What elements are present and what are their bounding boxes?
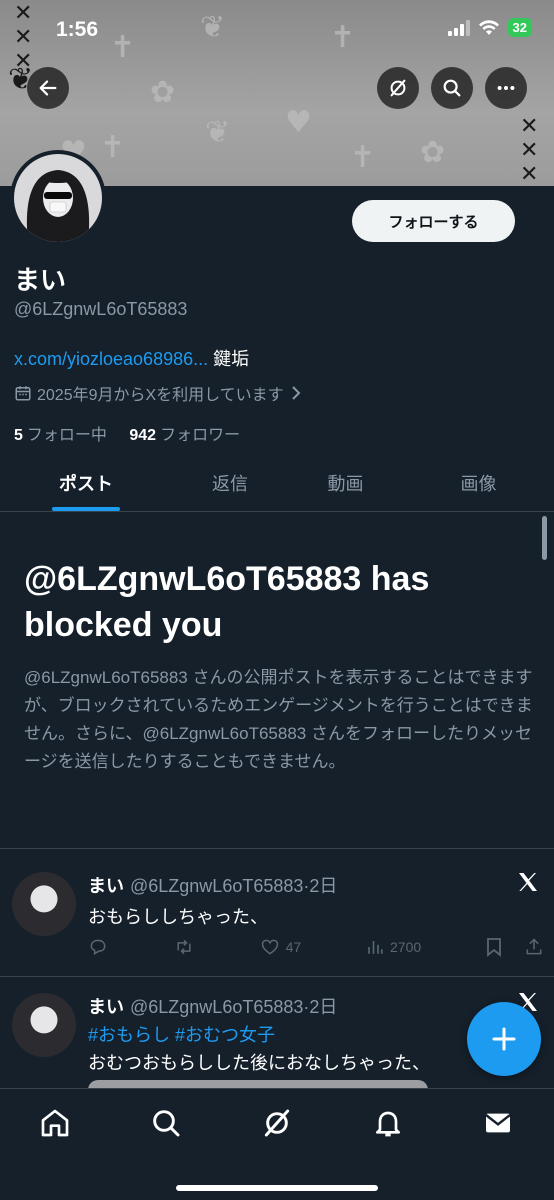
cross-pattern-icon: ✝	[100, 130, 126, 165]
reply-icon	[90, 939, 106, 955]
blocked-description: @6LZgnwL6oT65883 さんの公開ポストを表示することはできますが、ブ…	[24, 668, 533, 771]
divider	[0, 848, 554, 849]
display-name: まい	[14, 265, 67, 295]
grok-button[interactable]	[377, 67, 419, 109]
chevron-right-icon	[291, 386, 301, 400]
repost-icon	[177, 939, 191, 955]
search-button[interactable]	[431, 67, 473, 109]
repost-button[interactable]	[173, 937, 195, 957]
bio-link[interactable]: x.com/yiozloeao68986...	[14, 349, 208, 369]
followers-label: フォロワー	[160, 427, 241, 444]
view-count: 2700	[390, 939, 422, 955]
like-count: 47	[285, 939, 302, 955]
tab-images-label: 画像	[460, 474, 497, 494]
home-icon[interactable]	[39, 1107, 71, 1139]
cross-pattern-icon: ✝	[350, 140, 376, 175]
battery-indicator: 32	[507, 18, 532, 37]
bow-pattern-icon: ❦	[200, 10, 226, 45]
like-button[interactable]: 47	[260, 937, 302, 957]
grok-icon[interactable]	[261, 1107, 293, 1139]
bar-chart-icon	[368, 941, 383, 954]
followers-count: 942	[129, 427, 157, 444]
tab-posts[interactable]: ポスト	[0, 458, 172, 511]
post-author-handle: @6LZgnwL6oT65883	[130, 876, 304, 896]
home-indicator[interactable]	[176, 1185, 378, 1191]
followers-link[interactable]: 942 フォロワー	[129, 427, 240, 444]
post-author-name: まい	[88, 997, 124, 1017]
profile-handle: @6LZgnwL6oT65883	[14, 299, 188, 319]
post-text: おもらししちゃった、	[88, 907, 268, 927]
heart-icon	[261, 939, 278, 955]
wifi-icon	[478, 19, 499, 35]
x-logo-icon[interactable]	[516, 870, 540, 894]
reply-button[interactable]	[88, 937, 108, 957]
follow-button[interactable]: フォローする	[352, 200, 515, 242]
cross-pattern-icon: ✝	[330, 20, 356, 55]
bottom-nav	[0, 1088, 554, 1200]
tab-videos-label: 動画	[327, 474, 364, 494]
x-marks-decoration-icon: ✕ ✕ ✕	[520, 114, 539, 187]
search-icon	[443, 79, 461, 97]
post-actions: 47 2700	[88, 937, 544, 957]
post-avatar[interactable]	[12, 872, 76, 936]
grok-icon	[390, 79, 406, 97]
share-icon[interactable]	[524, 937, 544, 957]
post-hashtags[interactable]: #おもらし #おむつ女子	[88, 1021, 275, 1047]
post-header: まい @6LZgnwL6oT65883·2日	[88, 993, 337, 1019]
post-header: まい @6LZgnwL6oT65883·2日	[88, 872, 337, 898]
mail-icon[interactable]	[482, 1107, 514, 1139]
post-time: ·2日	[303, 876, 338, 896]
profile-bio: x.com/yiozloeao68986... 鍵垢	[14, 345, 249, 371]
joined-text: 2025年9月からXを利用しています	[37, 387, 284, 404]
blocked-title-line1: @6LZgnwL6oT65883 has	[24, 560, 430, 598]
tab-videos[interactable]: 動画	[288, 458, 403, 511]
bell-icon[interactable]	[372, 1107, 404, 1139]
search-icon[interactable]	[150, 1107, 182, 1139]
calendar-icon	[15, 386, 31, 401]
bunny-pattern-icon: ✿	[150, 75, 176, 110]
bunny-pattern-icon: ✿	[420, 135, 446, 170]
post-text: おむつおもらしした後におなしちゃった、	[88, 1053, 430, 1073]
more-icon	[497, 85, 515, 91]
profile-tabs: ポスト 返信 動画 画像	[0, 458, 554, 512]
back-arrow-icon	[39, 80, 57, 96]
blocked-title-line2: blocked you	[24, 606, 223, 644]
cross-pattern-icon: ✝	[110, 30, 136, 65]
divider	[0, 976, 554, 977]
more-button[interactable]	[485, 67, 527, 109]
post-time: ·2日	[303, 997, 338, 1017]
tab-replies[interactable]: 返信	[172, 458, 288, 511]
compose-button[interactable]	[467, 1002, 541, 1076]
joined-date[interactable]: 2025年9月からXを利用しています	[14, 381, 303, 405]
tab-images[interactable]: 画像	[403, 458, 554, 511]
post-extra-actions	[486, 937, 544, 957]
profile-avatar[interactable]	[10, 150, 106, 246]
scrollbar[interactable]	[542, 516, 547, 560]
following-label: フォロー中	[26, 427, 107, 444]
views-button[interactable]: 2700	[366, 938, 421, 956]
post-author-name: まい	[88, 876, 124, 896]
status-time: 1:56	[56, 18, 99, 41]
bow-pattern-icon: ❦	[205, 115, 231, 150]
plus-icon	[492, 1027, 516, 1051]
status-indicators: 32	[447, 18, 532, 37]
bio-text: 鍵垢	[213, 349, 250, 369]
cellular-signal-icon	[447, 19, 470, 36]
tab-replies-label: 返信	[212, 474, 248, 494]
following-link[interactable]: 5 フォロー中	[14, 427, 107, 444]
post-avatar[interactable]	[12, 993, 76, 1057]
tab-posts-label: ポスト	[59, 474, 113, 494]
heart-pattern-icon: ♥	[285, 105, 312, 140]
following-count: 5	[14, 427, 23, 444]
avatar-image	[14, 154, 102, 242]
bookmark-icon[interactable]	[486, 937, 502, 957]
follow-counts: 5 フォロー中 942 フォロワー	[14, 421, 240, 445]
back-button[interactable]	[27, 67, 69, 109]
post-author-handle: @6LZgnwL6oT65883	[130, 997, 304, 1017]
blocked-title: @6LZgnwL6oT65883 has blocked you	[24, 556, 544, 648]
